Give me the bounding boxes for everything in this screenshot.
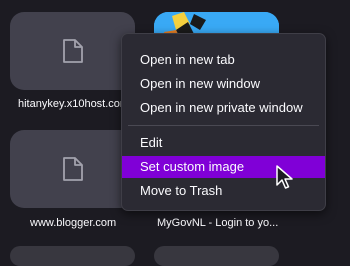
- shortcut-tile-partial[interactable]: [10, 246, 135, 266]
- context-menu: Open in new tab Open in new window Open …: [121, 33, 326, 211]
- shortcut-label-hitanykey[interactable]: hitanykey.x10host.com: [18, 98, 129, 110]
- shortcut-tile-partial[interactable]: [154, 246, 279, 266]
- menu-item-open-new-tab[interactable]: Open in new tab: [122, 49, 325, 71]
- menu-item-move-to-trash[interactable]: Move to Trash: [122, 180, 325, 202]
- shortcut-label-blogger[interactable]: www.blogger.com: [30, 217, 116, 229]
- menu-item-set-custom-image[interactable]: Set custom image: [122, 156, 325, 178]
- menu-item-edit[interactable]: Edit: [122, 132, 325, 154]
- document-icon: [62, 38, 84, 64]
- menu-item-open-new-window[interactable]: Open in new window: [122, 73, 325, 95]
- shortcut-tile-blogger[interactable]: [10, 130, 135, 208]
- mouse-cursor-icon: [276, 165, 294, 196]
- shortcut-label-mygovnl[interactable]: MyGovNL - Login to yo...: [157, 217, 278, 229]
- shortcut-tile-hitanykey[interactable]: [10, 12, 135, 90]
- document-icon: [62, 156, 84, 182]
- menu-item-open-private-window[interactable]: Open in new private window: [122, 97, 325, 119]
- menu-separator: [128, 125, 319, 126]
